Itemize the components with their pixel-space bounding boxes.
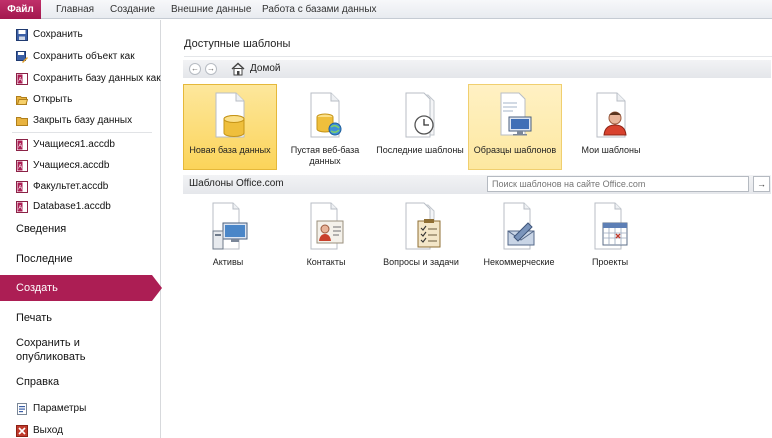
ribbon-tab-bar: Файл Главная Создание Внешние данные Раб…: [0, 0, 772, 19]
sidebar-item-label: Сохранить базу данных как: [33, 73, 161, 84]
svg-text:A: A: [18, 186, 22, 192]
svg-text:A: A: [18, 206, 22, 212]
clock-doc-icon: [405, 92, 435, 138]
recent-file-label: Database1.accdb: [33, 201, 111, 212]
template-label: Пустая веб-база данных: [290, 145, 360, 166]
sidebar-separator: [12, 132, 152, 133]
access-file-icon: A: [16, 201, 28, 213]
recent-file-label: Учащиеся.accdb: [33, 160, 110, 171]
office-template-search-input[interactable]: [487, 176, 749, 192]
office-templates-title: Шаблоны Office.com: [189, 178, 284, 189]
tab-home[interactable]: Главная: [56, 0, 94, 19]
template-label: Новая база данных: [189, 145, 271, 155]
template-label: Образцы шаблонов: [473, 145, 557, 155]
forward-button[interactable]: →: [205, 63, 217, 75]
svg-text:A: A: [18, 78, 22, 84]
sidebar-item-print[interactable]: Печать: [0, 312, 161, 324]
office-template-label: Активы: [212, 257, 244, 267]
sidebar-item-label: Сохранить объект как: [33, 51, 135, 62]
sidebar-item-help[interactable]: Справка: [0, 376, 161, 388]
office-template-label: Вопросы и задачи: [383, 257, 459, 267]
office-template-label: Некоммерческие: [483, 257, 555, 267]
office-template-issues-tasks[interactable]: Вопросы и задачи: [375, 201, 467, 267]
nonprofit-icon: [503, 202, 535, 250]
folder-close-icon: [16, 117, 28, 126]
template-sample-templates[interactable]: Образцы шаблонов: [468, 84, 562, 170]
sidebar-item-label: Открыть: [33, 94, 73, 105]
access-file-icon: A: [16, 181, 28, 193]
sidebar-item-label: Закрыть базу данных: [33, 115, 133, 126]
sidebar-item-save-publish[interactable]: Сохранить и опубликовать: [0, 336, 130, 364]
tasks-icon: [405, 202, 441, 250]
sidebar-item-label: Параметры: [33, 403, 87, 414]
available-templates-panel: Доступные шаблоны ← → Домой Новая база д…: [162, 20, 772, 438]
sidebar-item-label: Сохранить: [33, 29, 83, 40]
exit-icon: [16, 425, 28, 437]
office-template-label: Контакты: [306, 257, 346, 267]
template-label: Последние шаблоны: [376, 145, 464, 155]
sidebar-item-create[interactable]: Создать: [0, 275, 162, 301]
recent-file-label: Учащиеся1.accdb: [33, 139, 115, 150]
tab-database-tools[interactable]: Работа с базами данных: [262, 0, 377, 19]
save-database-as-icon: A: [16, 73, 28, 85]
recent-file-label: Факультет.accdb: [33, 181, 109, 192]
sample-templates-icon: [500, 92, 532, 136]
contacts-icon: [310, 202, 344, 250]
office-template-nonprofit[interactable]: Некоммерческие: [473, 201, 565, 267]
template-navigation-bar: ← → Домой: [183, 60, 771, 78]
access-file-icon: A: [16, 160, 28, 172]
template-blank-web-database[interactable]: Пустая веб-база данных: [278, 84, 372, 170]
breadcrumb-home[interactable]: Домой: [250, 63, 280, 74]
template-recent-templates[interactable]: Последние шаблоны: [373, 84, 467, 170]
tab-external-data[interactable]: Внешние данные: [171, 0, 251, 19]
web-database-icon: [310, 92, 342, 138]
back-button[interactable]: ←: [189, 63, 201, 75]
save-icon: [16, 29, 28, 41]
office-template-contacts[interactable]: Контакты: [280, 201, 372, 267]
projects-icon: [594, 202, 628, 250]
home-icon[interactable]: [231, 62, 245, 76]
options-icon: [17, 403, 27, 415]
template-my-templates[interactable]: Мои шаблоны: [564, 84, 658, 170]
svg-text:A: A: [18, 144, 22, 150]
backstage-sidebar: Сохранить Сохранить объект как A Сохрани…: [0, 20, 162, 438]
template-new-database[interactable]: Новая база данных: [183, 84, 277, 170]
save-object-as-icon: [16, 51, 28, 63]
svg-text:A: A: [18, 165, 22, 171]
office-template-label: Проекты: [591, 257, 629, 267]
office-template-assets[interactable]: Активы: [182, 201, 274, 267]
tab-create[interactable]: Создание: [110, 0, 155, 19]
user-doc-icon: [596, 92, 627, 138]
office-templates-bar: Шаблоны Office.com →: [183, 175, 771, 194]
template-label: Мои шаблоны: [581, 145, 641, 155]
section-title: Доступные шаблоны: [184, 38, 772, 57]
assets-icon: [212, 202, 248, 250]
database-doc-icon: [215, 92, 245, 138]
access-file-icon: A: [16, 139, 28, 151]
folder-open-icon: [16, 96, 28, 105]
search-go-button[interactable]: →: [753, 176, 770, 192]
sidebar-item-info[interactable]: Сведения: [0, 223, 161, 235]
file-tab[interactable]: Файл: [0, 0, 41, 19]
sidebar-item-label: Выход: [33, 425, 63, 436]
sidebar-item-recent[interactable]: Последние: [0, 253, 161, 265]
office-template-projects[interactable]: Проекты: [564, 201, 656, 267]
